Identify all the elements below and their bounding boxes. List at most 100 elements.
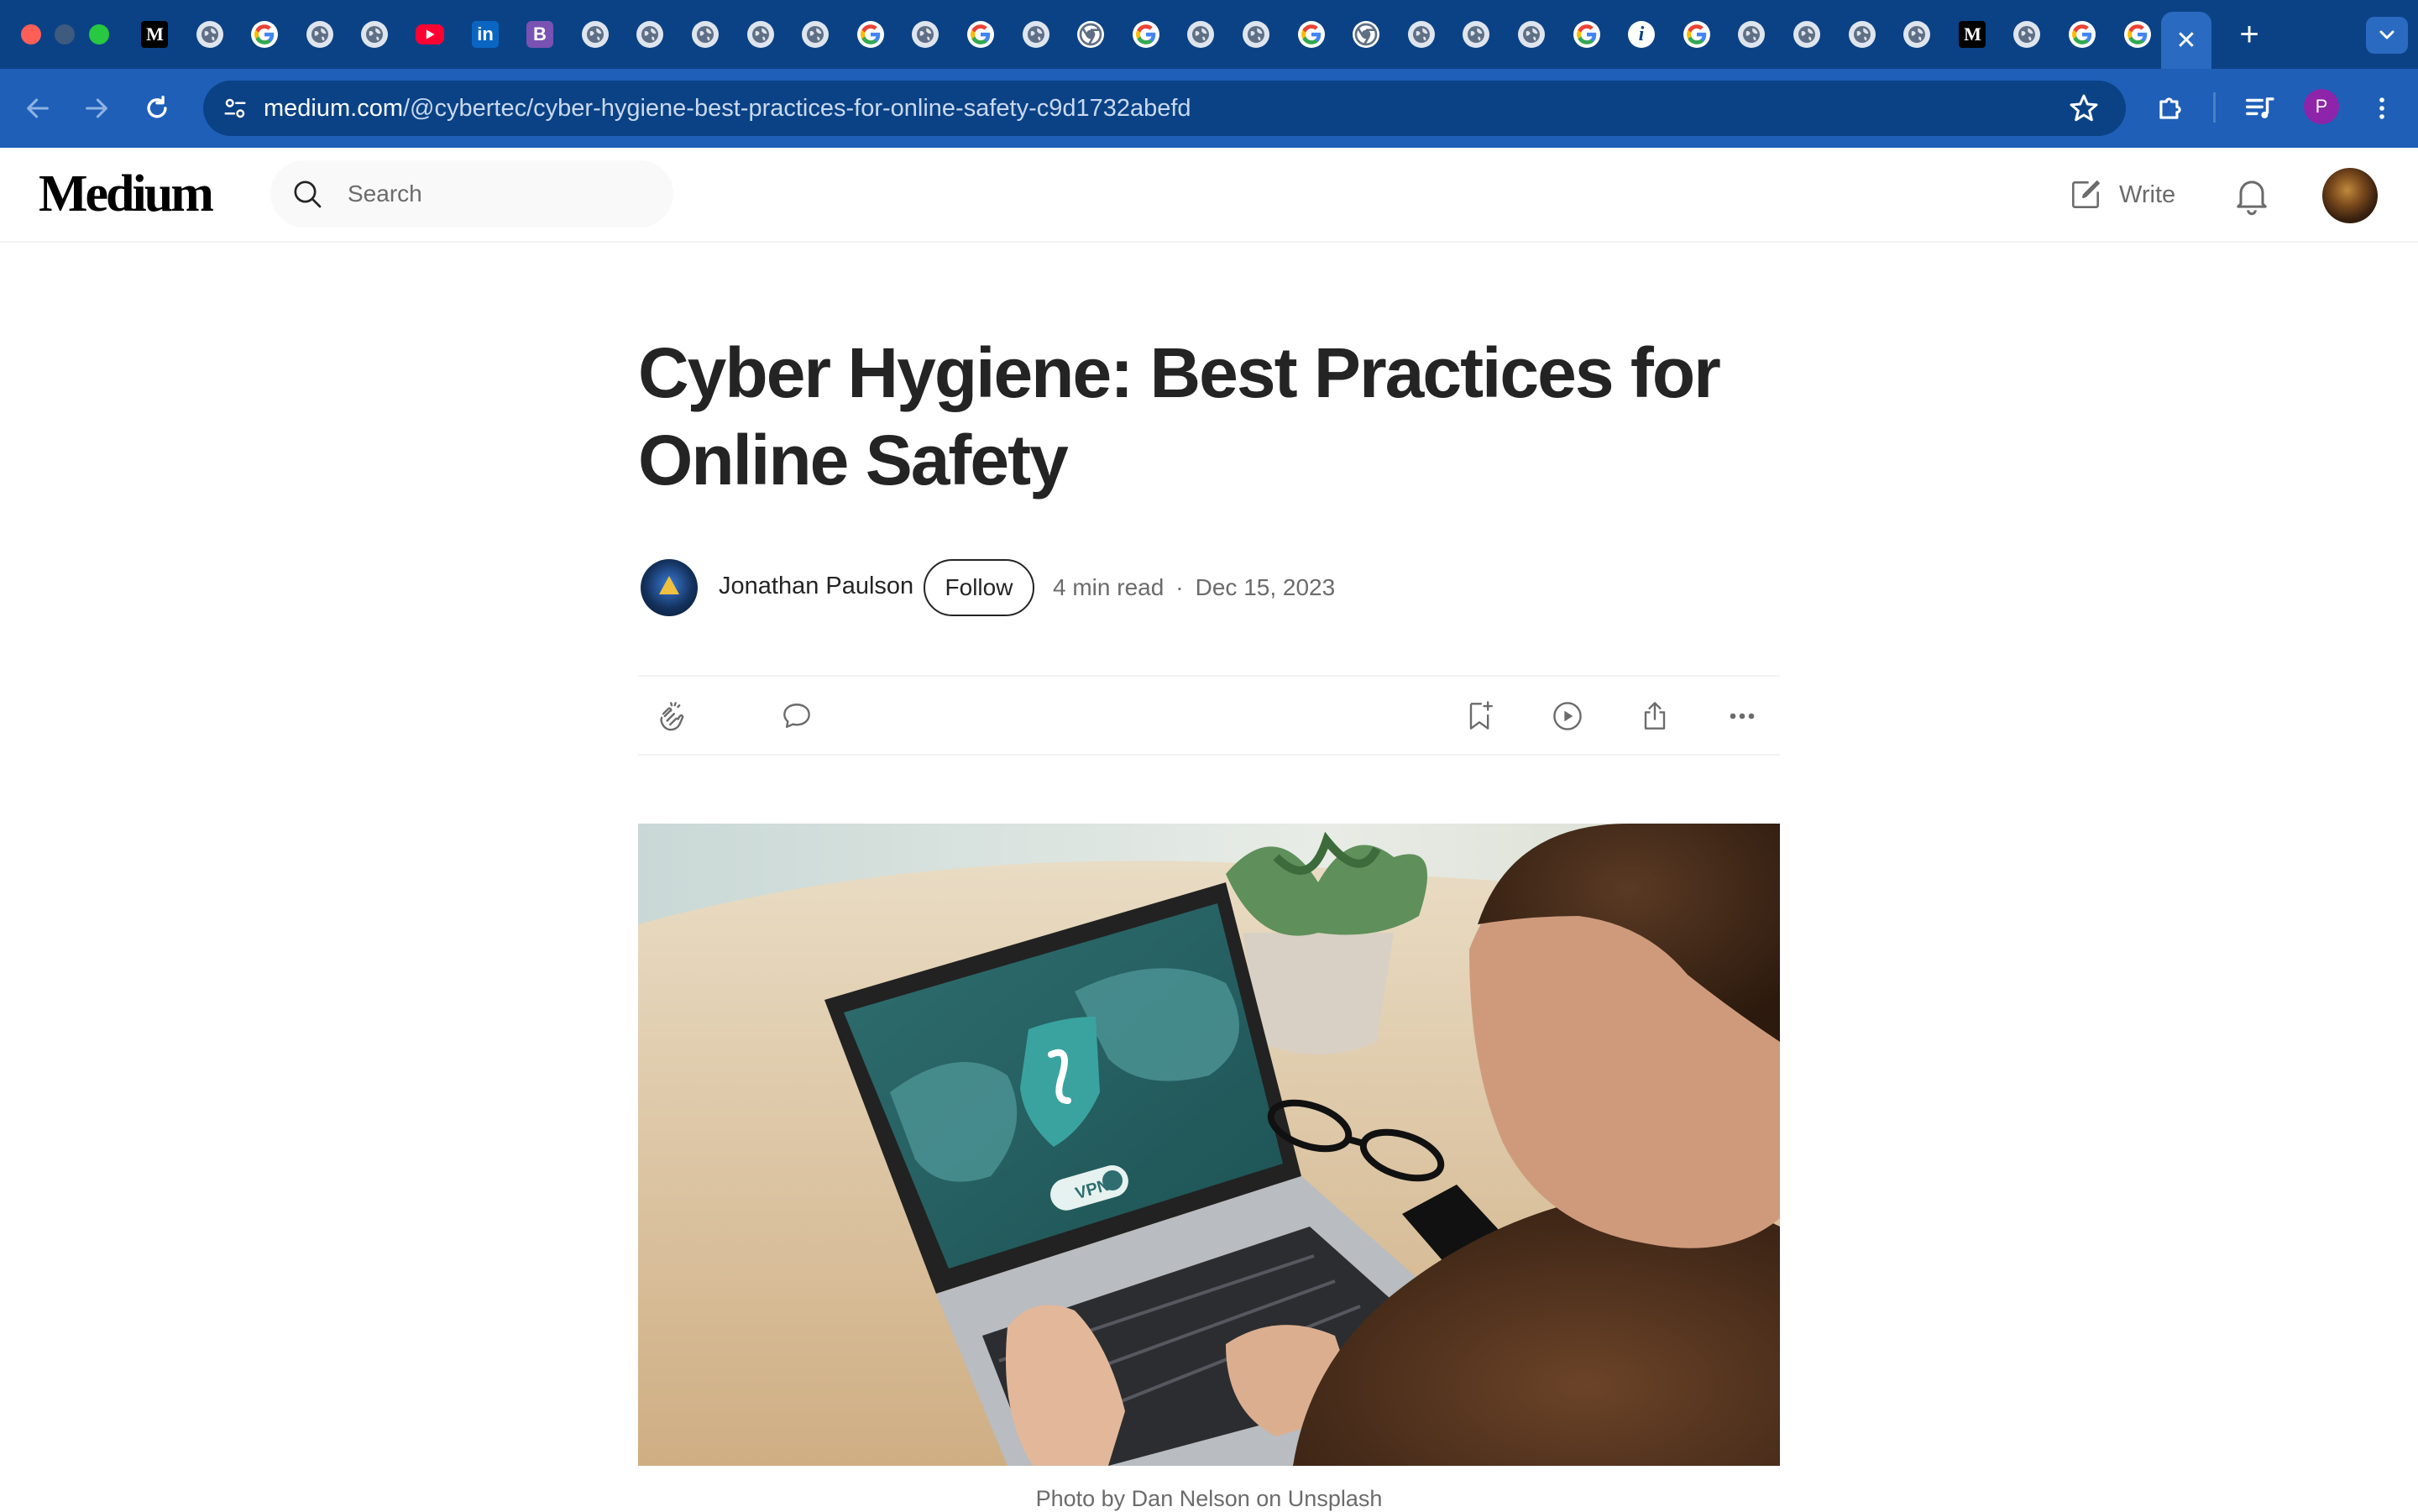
write-label: Write xyxy=(2119,180,2176,208)
active-tab[interactable]: ✕ xyxy=(2161,12,2211,69)
search-box[interactable] xyxy=(270,160,673,228)
reload-button[interactable] xyxy=(134,86,180,131)
globe-favicon-icon xyxy=(1518,21,1545,48)
read-time: 4 min read xyxy=(1053,574,1165,600)
article-title: Cyber Hygiene: Best Practices for Online… xyxy=(638,333,1721,500)
globe-favicon-icon xyxy=(1243,21,1269,48)
browser-menu-button[interactable] xyxy=(2359,86,2405,131)
browser-tab[interactable] xyxy=(1293,16,1330,53)
close-tab-icon[interactable]: ✕ xyxy=(2175,26,2196,55)
medium-favicon-icon: M xyxy=(141,21,168,48)
browser-tab[interactable] xyxy=(1348,16,1384,53)
profile-avatar-button[interactable]: P xyxy=(2304,89,2339,124)
close-window-button[interactable] xyxy=(21,24,41,44)
globe-favicon-icon xyxy=(1408,21,1435,48)
browser-tab[interactable] xyxy=(2064,16,2101,53)
image-caption: Photo by Dan Nelson on Unsplash xyxy=(1035,1486,1383,1511)
globe-favicon-icon xyxy=(912,21,939,48)
browser-tab[interactable] xyxy=(962,16,999,53)
address-bar[interactable]: medium.com/@cybertec/cyber-hygiene-best-… xyxy=(203,81,2126,136)
browser-tab[interactable] xyxy=(246,16,283,53)
browser-tab[interactable] xyxy=(1568,16,1605,53)
browser-tab[interactable] xyxy=(742,16,779,53)
browser-tab[interactable] xyxy=(1788,16,1825,53)
medium-favicon-icon: M xyxy=(1959,21,1986,48)
globe-favicon-icon xyxy=(1463,21,1489,48)
browser-tab[interactable] xyxy=(852,16,889,53)
browser-tab[interactable] xyxy=(1238,16,1274,53)
article-meta: 4 min read · Dec 15, 2023 xyxy=(1053,574,1335,601)
clap-icon xyxy=(660,702,684,731)
bookmark-star-icon[interactable] xyxy=(2067,92,2101,125)
browser-tab[interactable] xyxy=(907,16,944,53)
extensions-button[interactable] xyxy=(2148,86,2193,131)
globe-favicon-icon xyxy=(306,21,333,48)
browser-tab[interactable] xyxy=(301,16,338,53)
site-info-button[interactable] xyxy=(217,90,254,127)
clap-button[interactable] xyxy=(652,695,693,737)
browser-tab[interactable] xyxy=(687,16,724,53)
medium-logo[interactable]: Medium xyxy=(39,165,214,224)
listen-button[interactable] xyxy=(1547,695,1588,737)
browser-tab[interactable] xyxy=(1844,16,1881,53)
browser-tab[interactable] xyxy=(797,16,834,53)
forward-button[interactable] xyxy=(74,86,119,131)
tab-search-button[interactable] xyxy=(2366,17,2408,54)
browser-tab[interactable] xyxy=(1128,16,1165,53)
browser-tab[interactable]: B xyxy=(521,16,558,53)
minimize-window-button[interactable] xyxy=(55,24,75,44)
globe-favicon-icon xyxy=(1023,21,1049,48)
chrome-favicon-icon xyxy=(1353,21,1379,48)
browser-tab[interactable] xyxy=(1072,16,1109,53)
maximize-window-button[interactable] xyxy=(89,24,109,44)
write-button[interactable]: Write xyxy=(2067,171,2175,218)
browser-tab[interactable] xyxy=(1513,16,1550,53)
info-favicon-icon: i xyxy=(1628,21,1655,48)
browser-tab[interactable] xyxy=(1403,16,1440,53)
more-options-button[interactable] xyxy=(1721,695,1763,737)
browser-tab[interactable] xyxy=(2008,16,2045,53)
follow-button[interactable]: Follow xyxy=(924,559,1034,616)
browser-tab[interactable] xyxy=(631,16,668,53)
browser-tab[interactable] xyxy=(191,16,228,53)
bookmark-add-icon xyxy=(1469,701,1493,730)
google-favicon-icon xyxy=(1683,21,1710,48)
site-header: Medium Write xyxy=(0,148,2418,243)
globe-favicon-icon xyxy=(1187,21,1214,48)
browser-tab[interactable] xyxy=(1733,16,1770,53)
playlist-music-icon xyxy=(2246,97,2274,118)
browser-tab[interactable] xyxy=(1182,16,1219,53)
url-text[interactable]: medium.com/@cybertec/cyber-hygiene-best-… xyxy=(264,81,1191,136)
browser-tab[interactable] xyxy=(577,16,614,53)
browser-tab[interactable] xyxy=(2119,16,2156,53)
google-favicon-icon xyxy=(2069,21,2096,48)
author-name-link[interactable]: Jonathan Paulson xyxy=(719,573,913,600)
browser-tab[interactable] xyxy=(411,16,448,53)
media-controls-button[interactable] xyxy=(2237,86,2282,131)
browser-tab[interactable] xyxy=(1458,16,1494,53)
globe-favicon-icon xyxy=(1738,21,1765,48)
share-button[interactable] xyxy=(1634,695,1676,737)
browser-tab[interactable] xyxy=(356,16,393,53)
new-tab-button[interactable]: + xyxy=(2230,15,2269,54)
notifications-bell-icon[interactable] xyxy=(2230,173,2274,217)
share-icon xyxy=(1644,702,1666,730)
chrome-favicon-icon xyxy=(1077,21,1104,48)
browser-tab[interactable]: i xyxy=(1623,16,1660,53)
comments-button[interactable] xyxy=(776,695,818,737)
hero-illustration: VPN xyxy=(638,824,1780,1466)
browser-tab[interactable] xyxy=(1678,16,1715,53)
browser-tab[interactable]: in xyxy=(467,16,504,53)
browser-tab[interactable]: M xyxy=(1954,16,1991,53)
save-to-list-button[interactable] xyxy=(1459,695,1501,737)
search-input[interactable] xyxy=(348,160,650,228)
browser-tab[interactable]: M xyxy=(136,16,173,53)
article-hero-image: VPN xyxy=(638,824,1780,1466)
browser-tab[interactable] xyxy=(1898,16,1935,53)
arrow-left-icon xyxy=(27,98,49,118)
author-avatar[interactable] xyxy=(641,559,698,616)
browser-tab[interactable] xyxy=(1018,16,1055,53)
arrow-right-icon xyxy=(86,98,107,118)
back-button[interactable] xyxy=(15,86,60,131)
user-avatar[interactable] xyxy=(2322,168,2378,223)
